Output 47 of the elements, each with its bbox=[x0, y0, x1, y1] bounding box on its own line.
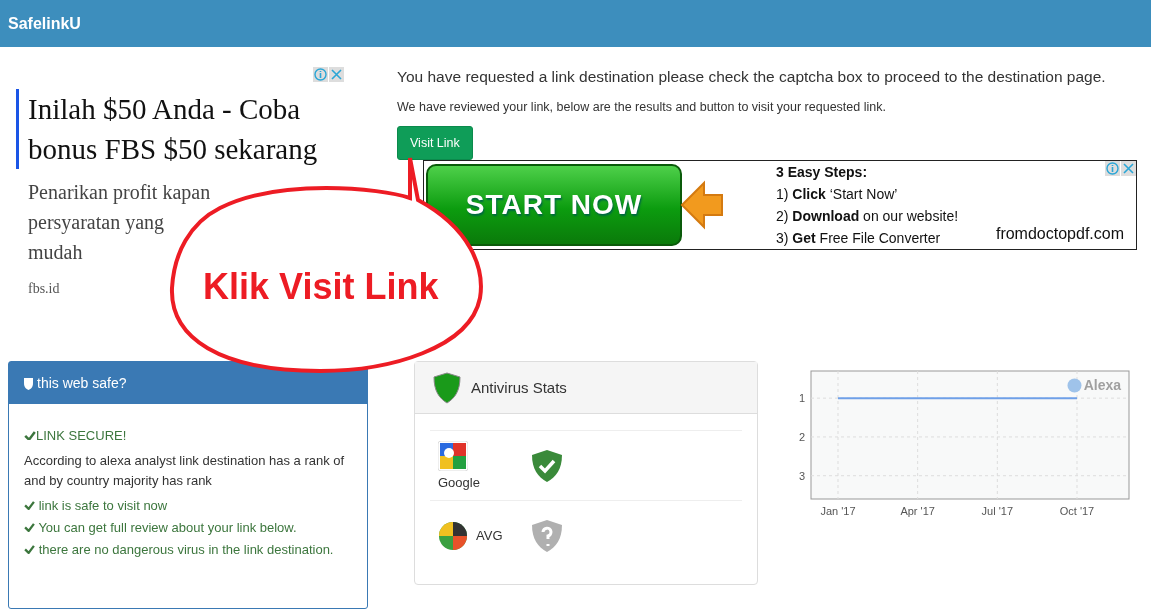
x-tick-label: Jul '17 bbox=[981, 505, 1014, 517]
status-text: LINK SECURE! bbox=[36, 428, 127, 443]
visit-link-button[interactable]: Visit Link bbox=[397, 126, 473, 160]
ad-description-line: mudah bbox=[28, 240, 84, 265]
review-note: We have reviewed your link, below are the results and button to visit your requested link. bbox=[397, 100, 887, 114]
brand-logo[interactable]: SafelinkU bbox=[8, 14, 81, 33]
ad-description-line: Penarikan profit kapan bbox=[28, 180, 212, 206]
x-tick-label: Jan '17 bbox=[820, 505, 856, 517]
x-tick-label: Apr '17 bbox=[900, 505, 935, 517]
check-text: there are no dangerous virus in the link destination. bbox=[38, 542, 334, 557]
panel-title: Antivirus Stats bbox=[471, 379, 567, 396]
shield-icon bbox=[433, 371, 461, 404]
close-icon[interactable] bbox=[329, 67, 344, 82]
x-tick-label: Oct '17 bbox=[1059, 505, 1095, 517]
panel-title: this web safe? bbox=[37, 375, 127, 391]
engine-name: Google bbox=[438, 475, 480, 490]
y-tick-label: 3 bbox=[798, 469, 805, 482]
y-tick-label: 2 bbox=[798, 430, 805, 443]
step-text: 1) Click ‘Start Now’ bbox=[776, 185, 899, 204]
engine-name: AVG bbox=[476, 528, 503, 543]
check-text: link is safe to visit now bbox=[38, 498, 168, 513]
steps-title: 3 Easy Steps: bbox=[776, 163, 869, 182]
left-arrow-icon bbox=[680, 180, 724, 230]
close-icon[interactable] bbox=[1121, 161, 1136, 176]
y-tick-label: 1 bbox=[798, 392, 805, 405]
a-circle-icon bbox=[1066, 377, 1082, 393]
annotation-text: Klik Visit Link bbox=[203, 266, 439, 308]
check-icon bbox=[24, 523, 35, 532]
check-icon bbox=[24, 545, 35, 554]
alexa-logo: Alexa bbox=[1083, 377, 1121, 393]
check-icon bbox=[24, 430, 36, 441]
info-icon[interactable] bbox=[313, 67, 328, 82]
colored-squares-icon bbox=[438, 441, 468, 471]
ad-description-line: persyaratan yang bbox=[28, 210, 166, 236]
info-icon[interactable] bbox=[1105, 161, 1120, 176]
pie-ball-icon bbox=[438, 520, 468, 551]
start-now-button[interactable]: START NOW bbox=[426, 164, 682, 246]
check-icon bbox=[24, 501, 35, 510]
shield-icon bbox=[23, 376, 34, 390]
summary-text: According to alexa analyst link destination has a rank of and by country majority has rank bbox=[24, 452, 346, 490]
ad-domain: fbs.id bbox=[28, 281, 60, 297]
intro-text: You have requested a link destination please check the captcha box to proceed to the destination page. bbox=[397, 68, 1107, 86]
check-text: You can get full review about your link below. bbox=[38, 520, 297, 535]
ad-domain: fromdoctopdf.com bbox=[995, 225, 1124, 243]
step-text: 3) Get Free File Converter bbox=[776, 229, 942, 248]
step-text: 2) Download on our website! bbox=[776, 207, 959, 226]
ad-headline[interactable]: Inilah $50 Anda - Coba bonus FBS $50 sekarang bbox=[16, 89, 336, 169]
